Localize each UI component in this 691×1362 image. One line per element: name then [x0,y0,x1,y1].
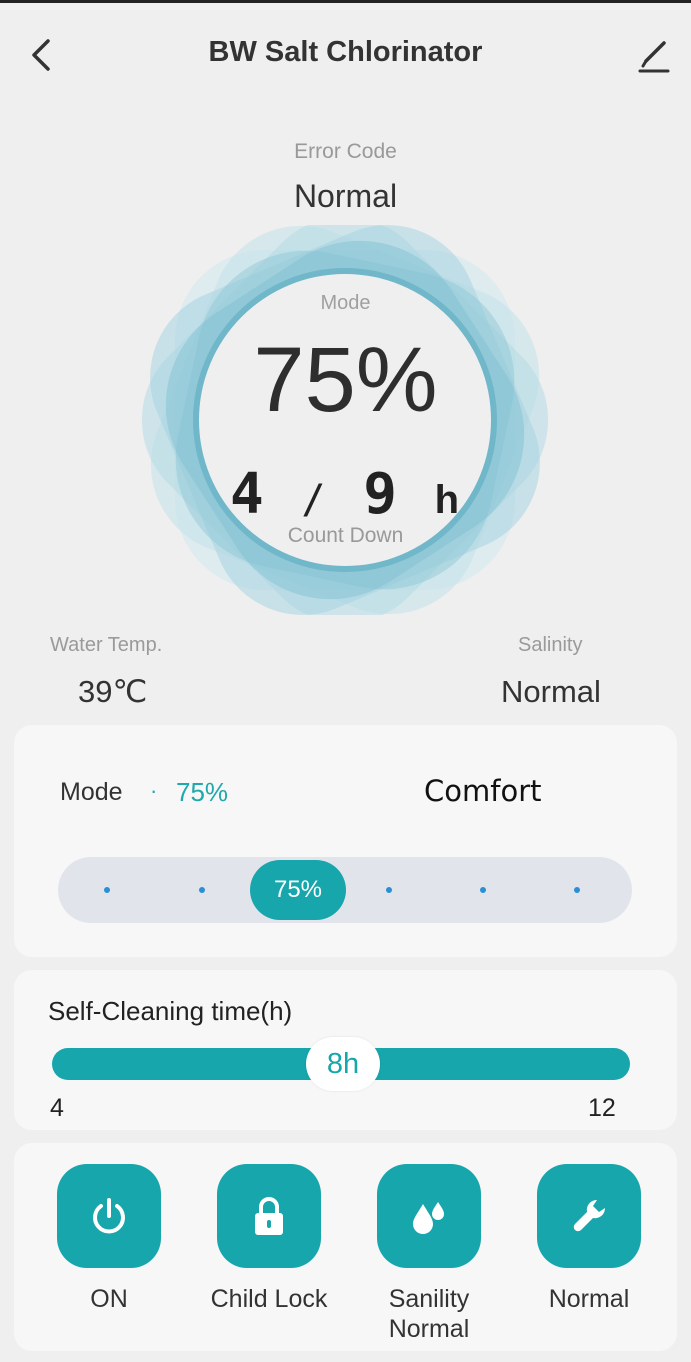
maintenance-label: Normal [548,1285,630,1313]
gauge-percent: 75% [253,329,438,431]
salinity-value: Normal [501,674,601,709]
action-salinity: Sanility Normal [359,1164,499,1344]
water-temp-label: Water Temp. [50,634,163,656]
mode-slider-thumb[interactable]: 75% [250,860,346,920]
action-maintenance: Normal [519,1164,659,1314]
mode-name: Comfort [424,774,542,808]
self-cleaning-label: Self-Cleaning time(h) [48,996,293,1026]
mode-card-separator: · [150,778,158,803]
countdown-label: Count Down [287,524,404,547]
mode-card-value: 75% [176,777,229,807]
wrench-icon [573,1199,606,1232]
gauge-countdown: 4 / 9 h [0,462,691,527]
countdown-unit: h [434,478,462,522]
mode-step-dot[interactable] [104,887,110,893]
countdown-current: 4 [229,462,266,527]
mode-step-dot[interactable] [386,887,392,893]
mode-step-dot[interactable] [199,887,205,893]
status-bar-line [0,0,691,3]
countdown-total: 9 [363,462,399,527]
page-title: BW Salt Chlorinator [208,36,483,68]
lock-icon [255,1197,283,1235]
mode-card-label: Mode [60,778,123,806]
salinity-action-label: Sanility Normal [388,1285,470,1343]
power-button[interactable] [57,1164,161,1268]
self-cleaning-max: 12 [588,1094,616,1122]
salinity-button[interactable] [377,1164,481,1268]
water-temp-value: 39℃ [78,674,148,709]
error-code-value: Normal [293,178,398,214]
error-code-label: Error Code [294,140,397,163]
maintenance-button[interactable] [537,1164,641,1268]
action-child-lock: Child Lock [199,1164,339,1314]
salinity-label: Salinity [518,634,583,656]
countdown-separator: / [301,477,328,523]
gauge-mode-label: Mode [320,292,371,314]
power-label: ON [90,1285,128,1313]
self-cleaning-slider-thumb[interactable]: 8h [306,1037,380,1091]
mode-step-dot[interactable] [574,887,580,893]
child-lock-button[interactable] [217,1164,321,1268]
child-lock-label: Child Lock [210,1285,328,1313]
power-icon [93,1198,125,1234]
edit-button[interactable] [628,30,678,80]
mode-step-dot[interactable] [480,887,486,893]
action-power: ON [39,1164,179,1314]
drops-icon [413,1202,444,1234]
pencil-icon [638,41,670,73]
self-cleaning-min: 4 [50,1094,64,1122]
